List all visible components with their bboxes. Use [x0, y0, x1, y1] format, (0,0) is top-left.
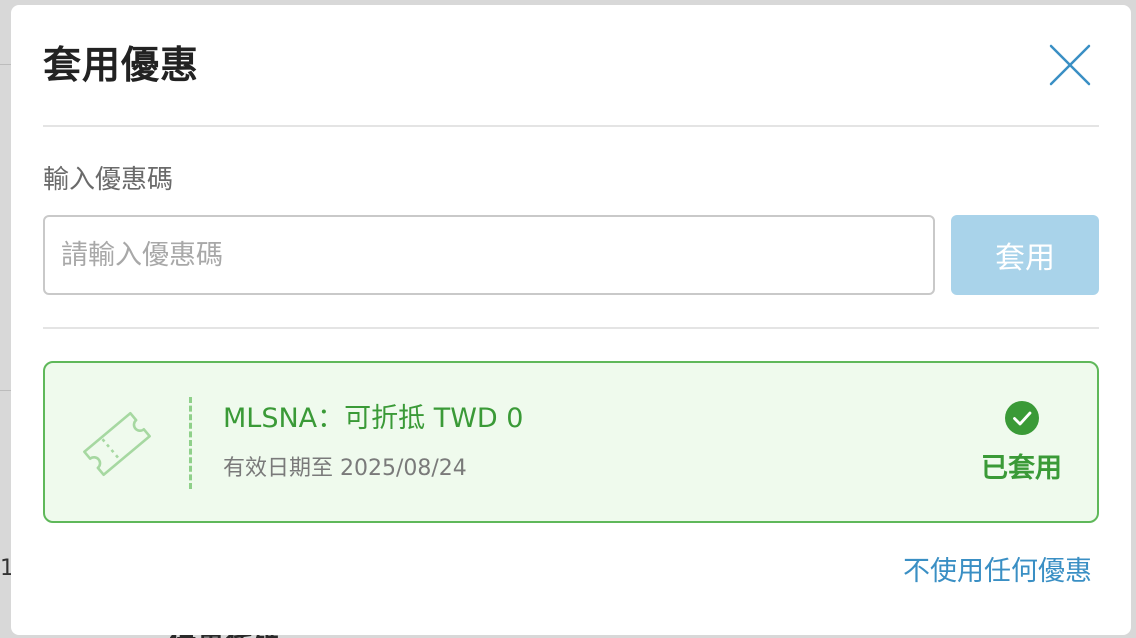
coupon-code-label: 輸入優惠碼	[43, 165, 174, 195]
coupon-card-separator	[189, 397, 192, 489]
modal-title: 套用優惠	[43, 43, 200, 87]
header-divider	[43, 125, 1099, 127]
ticket-icon	[83, 411, 151, 477]
coupon-expiry-date: 有效日期至 2025/08/24	[223, 456, 467, 481]
apply-coupon-button[interactable]: 套用	[951, 215, 1099, 295]
section-divider	[43, 327, 1099, 329]
apply-coupon-modal: 套用優惠 輸入優惠碼 套用 MLSNA：可折抵 TWD 0 有效日期至 2025…	[11, 5, 1131, 635]
coupon-applied-status: 已套用	[981, 453, 1062, 484]
check-circle-icon	[1005, 401, 1039, 435]
close-icon	[1049, 44, 1091, 86]
no-coupon-link[interactable]: 不使用任何優惠	[903, 553, 1092, 591]
coupon-card[interactable]: MLSNA：可折抵 TWD 0 有效日期至 2025/08/24 已套用	[43, 361, 1099, 523]
close-button[interactable]	[1047, 42, 1093, 88]
coupon-name: MLSNA：可折抵 TWD 0	[223, 403, 524, 434]
coupon-code-input[interactable]	[43, 215, 935, 295]
